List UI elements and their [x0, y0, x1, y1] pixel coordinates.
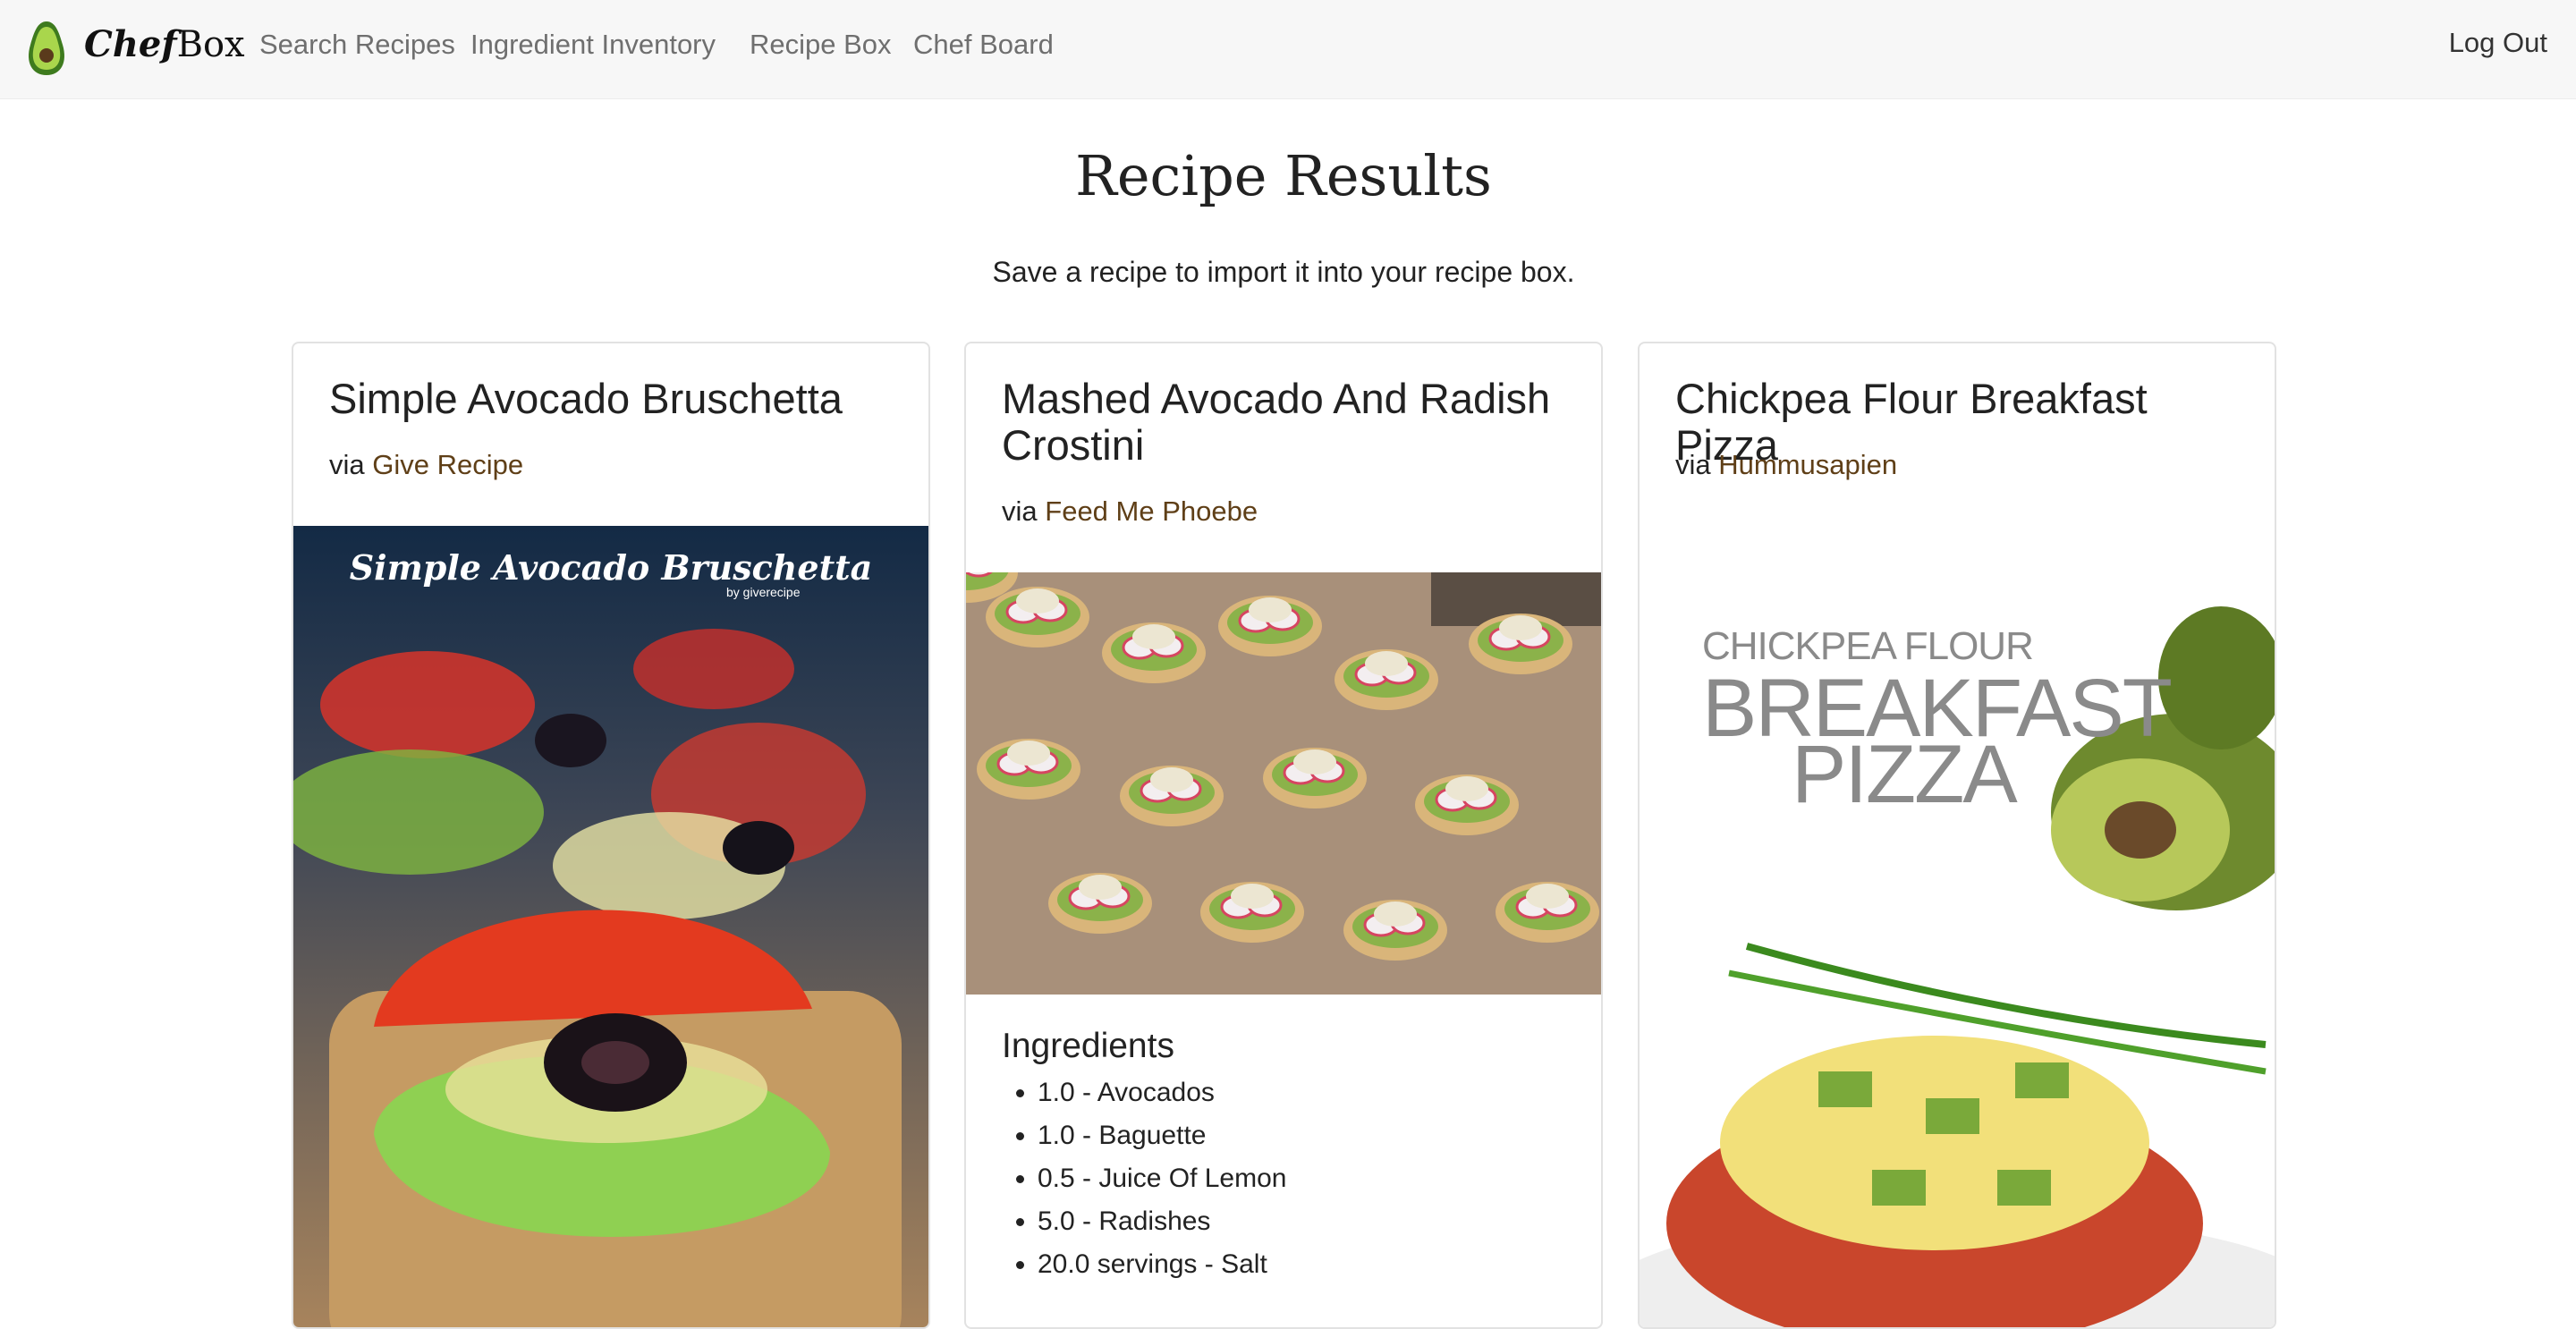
avocado-logo-icon[interactable]: [25, 20, 68, 77]
page-title: Recipe Results: [1075, 143, 1492, 208]
ingredient-item: 0.5 - Juice Of Lemon: [1038, 1157, 1286, 1200]
brand-chef: Chef: [84, 23, 177, 65]
nav-search-recipes[interactable]: Search Recipes: [259, 29, 455, 61]
ingredient-item: 5.0 - Radishes: [1038, 1200, 1286, 1243]
recipe-card: Mashed Avocado And Radish Crostini via F…: [964, 342, 1603, 1329]
nav-recipe-box[interactable]: Recipe Box: [750, 29, 892, 61]
navbar: ChefBox Search Recipes Ingredient Invent…: [0, 0, 2576, 99]
brand-logo[interactable]: ChefBox: [84, 23, 245, 65]
recipe-source-link[interactable]: Give Recipe: [372, 449, 523, 480]
recipe-image[interactable]: [966, 572, 1601, 995]
ingredient-item: 1.0 - Baguette: [1038, 1114, 1286, 1157]
via-label: via: [1002, 495, 1038, 527]
recipe-card: Simple Avocado Bruschetta via Give Recip…: [292, 342, 930, 1329]
nav-chef-board[interactable]: Chef Board: [913, 29, 1054, 61]
recipe-card: Chickpea Flour Breakfast Pizza via Hummu…: [1638, 342, 2276, 1329]
via-label: via: [1675, 449, 1711, 480]
ingredients-list: 1.0 - Avocados 1.0 - Baguette 0.5 - Juic…: [1002, 1071, 1286, 1286]
recipe-source-link[interactable]: Hummusapien: [1718, 449, 1897, 480]
ingredient-item: 1.0 - Avocados: [1038, 1071, 1286, 1114]
recipe-image[interactable]: [293, 526, 928, 1329]
image-caption-small: by giverecipe: [726, 585, 801, 599]
recipe-source: via Give Recipe: [329, 449, 523, 481]
recipe-title: Simple Avocado Bruschetta: [329, 375, 843, 422]
brand-box: Box: [176, 24, 245, 65]
ingredients-heading: Ingredients: [1002, 1027, 1174, 1065]
via-label: via: [329, 449, 365, 480]
nav-ingredient-inventory[interactable]: Ingredient Inventory: [470, 29, 716, 61]
recipe-source: via Feed Me Phoebe: [1002, 495, 1258, 528]
logout-link[interactable]: Log Out: [2449, 27, 2547, 59]
image-text-line: PIZZA: [1792, 729, 2018, 820]
page-subtitle: Save a recipe to import it into your rec…: [992, 256, 1575, 288]
recipe-source: via Hummusapien: [1675, 449, 1897, 481]
recipe-source-link[interactable]: Feed Me Phoebe: [1045, 495, 1258, 527]
ingredient-item: 20.0 servings - Salt: [1038, 1243, 1286, 1286]
recipe-title: Mashed Avocado And Radish Crostini: [1002, 375, 1551, 469]
image-caption: Simple Avocado Bruschetta: [349, 547, 873, 588]
